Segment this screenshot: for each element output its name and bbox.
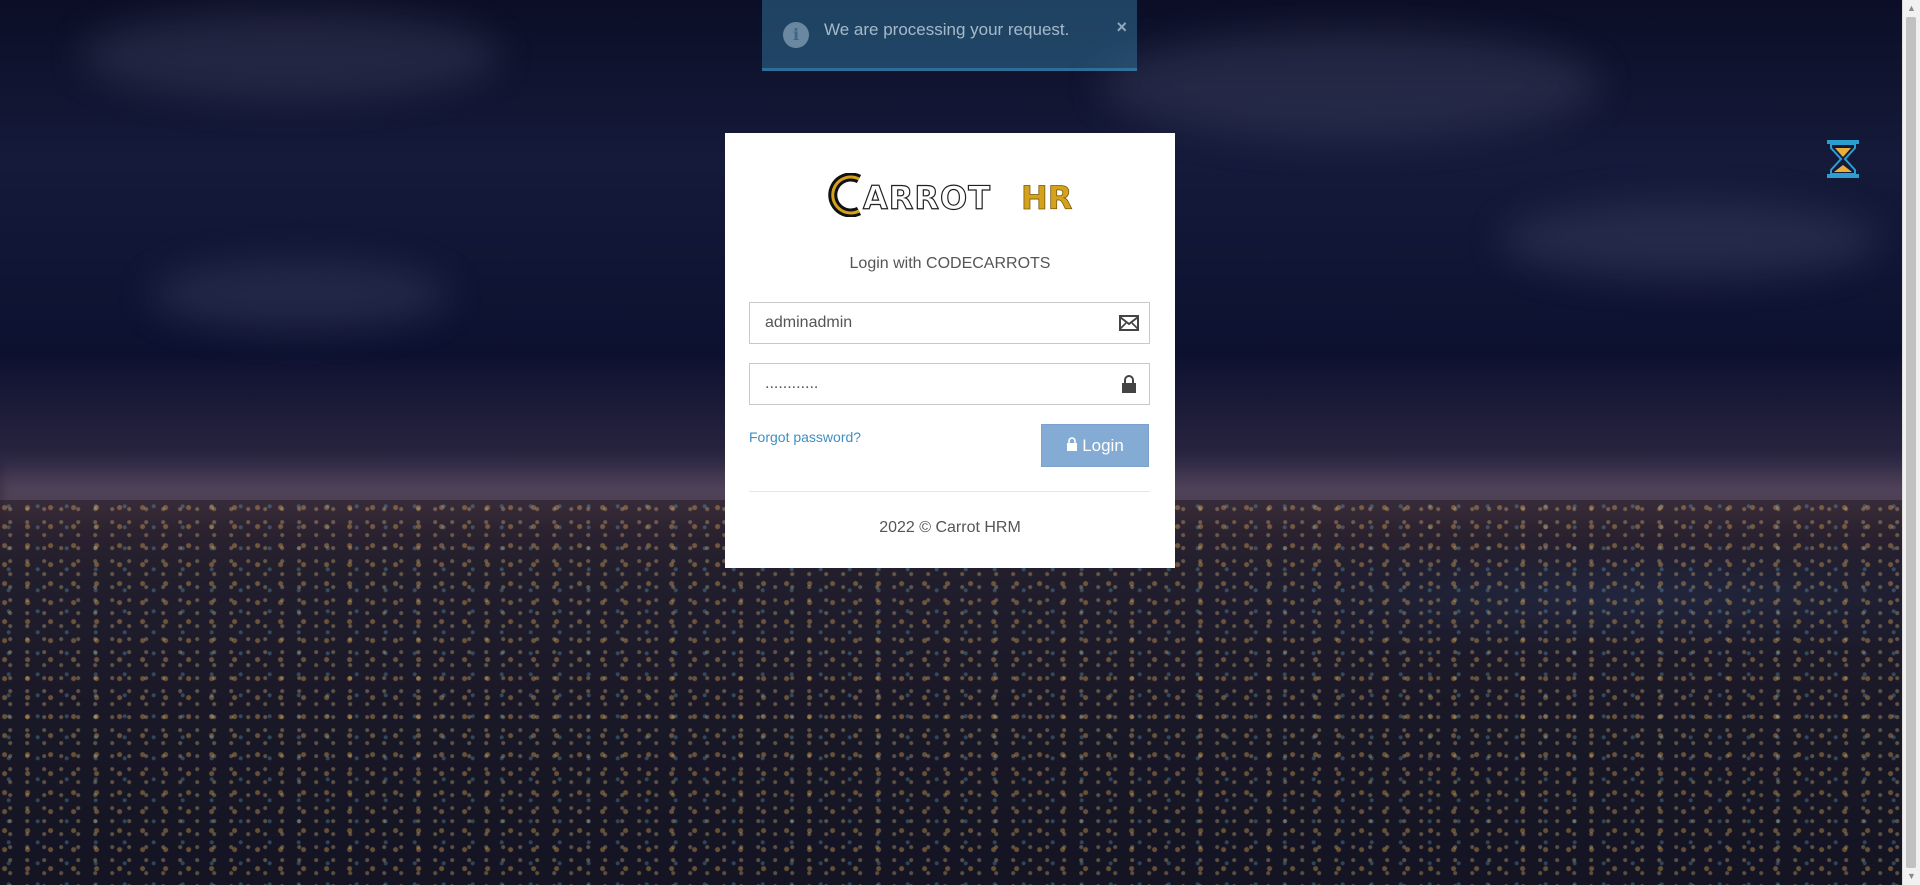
- login-card: ARROT HR Login with CODECARROTS adminadm…: [725, 133, 1175, 568]
- envelope-icon: [1119, 314, 1139, 332]
- vertical-scrollbar[interactable]: ▲ ▼: [1902, 0, 1920, 885]
- footer-copyright: 2022 © Carrot HRM: [879, 519, 1021, 536]
- forgot-password-link[interactable]: Forgot password?: [749, 429, 861, 445]
- username-input[interactable]: [765, 303, 1105, 343]
- login-page: i We are processing your request. × ARRO…: [0, 0, 1920, 885]
- lock-icon: [1066, 436, 1078, 456]
- divider: [749, 491, 1150, 492]
- toast-message: We are processing your request.: [824, 20, 1070, 39]
- toast-close-button[interactable]: ×: [1116, 17, 1127, 38]
- login-button-label: Login: [1082, 435, 1124, 455]
- processing-toast: i We are processing your request. ×: [762, 0, 1137, 71]
- scroll-down-arrow[interactable]: ▼: [1903, 868, 1920, 885]
- hourglass-icon: [1826, 139, 1860, 179]
- password-field[interactable]: [749, 363, 1150, 405]
- scroll-up-arrow[interactable]: ▲: [1903, 0, 1920, 17]
- lock-icon: [1119, 375, 1139, 393]
- svg-text:ARROT: ARROT: [863, 179, 991, 217]
- login-button[interactable]: Login: [1041, 424, 1149, 467]
- scrollbar-thumb[interactable]: [1906, 17, 1916, 868]
- login-subtitle: Login with CODECARROTS: [849, 255, 1051, 272]
- logo-c-mark: [828, 172, 862, 218]
- carrot-hr-logo: ARROT HR: [825, 172, 1077, 218]
- password-input[interactable]: [765, 364, 1105, 404]
- svg-text:HR: HR: [1021, 179, 1072, 217]
- info-icon: i: [783, 22, 809, 48]
- username-field[interactable]: [749, 302, 1150, 344]
